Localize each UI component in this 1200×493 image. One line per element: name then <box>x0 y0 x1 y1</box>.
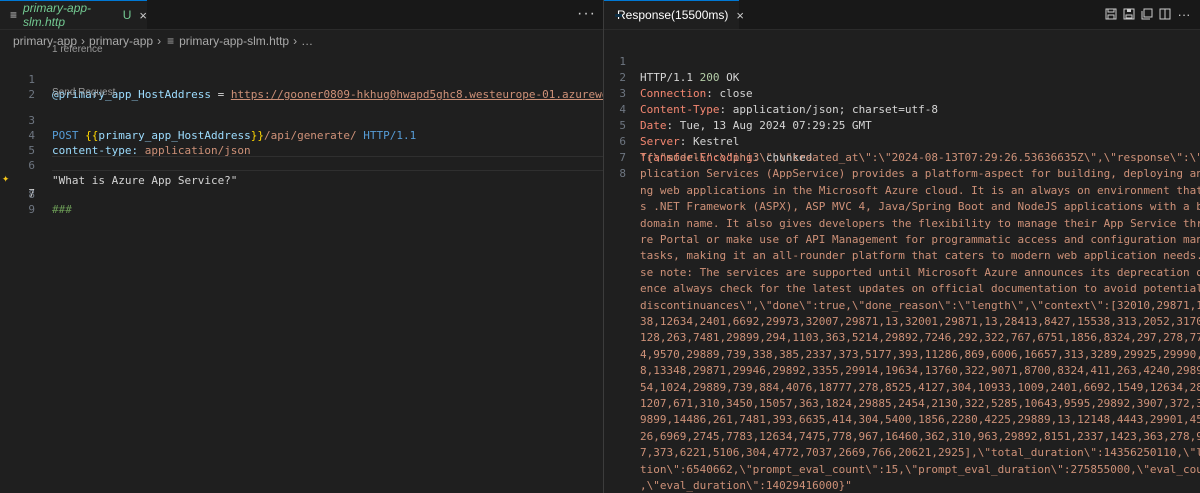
response-body-line: ,\"eval_duration\":14029416000}" <box>640 479 852 492</box>
breadcrumb-item[interactable]: … <box>301 34 313 48</box>
response-line: 2 Connection: close <box>604 54 752 100</box>
header-line: Server: Kestrel <box>640 135 740 148</box>
tab-label: Response(15500ms) <box>617 8 729 22</box>
header-name: Date <box>640 119 667 132</box>
header-name: Content-Type <box>640 103 720 116</box>
response-pane: Response(15500ms) × ··· 1 HTTP/1.1 200 O… <box>604 0 1200 493</box>
more-actions-icon[interactable]: ··· <box>577 5 596 23</box>
code-line: 9 <box>0 187 603 216</box>
response-body-line: 38,12634,2401,6692,29973,32007,29871,13,… <box>640 315 1200 328</box>
response-body-line: plication Services (AppService) provides… <box>640 167 1200 181</box>
response-body-line: tion\":6540662,\"prompt_eval_count\":15,… <box>640 462 1200 476</box>
code-line: 8 ### <box>0 172 603 216</box>
status-text: OK <box>726 71 740 84</box>
response-body-line: 54,1024,29889,739,884,4076,18777,278,852… <box>640 380 1200 394</box>
header-value: Tue, 13 Aug 2024 07:29:25 GMT <box>679 119 872 132</box>
request-editor-pane: ≡ primary-app-slm.http U × ··· primary-a… <box>0 0 603 493</box>
code-line: 3 POST {{primary_app_HostAddress}}/api/g… <box>0 98 603 142</box>
header-name: Connection <box>640 87 707 100</box>
response-body-line: se note: The services are supported unti… <box>640 265 1200 279</box>
response-line: 5 Server: Kestrel <box>604 102 739 148</box>
copy-icon[interactable] <box>1140 7 1154 21</box>
request-separator: ### <box>52 203 72 216</box>
header-line: Content-Type: application/json; charset=… <box>640 103 939 116</box>
response-line: 4 Date: Tue, 13 Aug 2024 07:29:25 GMT <box>604 86 871 132</box>
line-number: 9 <box>28 203 35 216</box>
response-body-line: s .NET Framework (ASPX), ASP MVC 4, Java… <box>640 200 1200 214</box>
response-body-line: discontinuances\",\"done\":true,\"done_r… <box>640 298 1200 312</box>
tab-label: primary-app-slm.http <box>23 1 92 29</box>
response-body-line: 26,6969,2745,7783,12634,7475,778,967,164… <box>640 429 1200 443</box>
response-body-line: 4,9570,29889,739,338,385,2337,373,5177,3… <box>640 347 1200 361</box>
response-line: 1 HTTP/1.1 200 OK <box>604 38 739 84</box>
right-tab-bar: Response(15500ms) × ··· <box>604 0 1200 30</box>
more-actions-icon[interactable]: ··· <box>1176 7 1192 22</box>
header-value: application/json; charset=utf-8 <box>732 103 939 116</box>
response-body-line: 1207,671,310,3450,15057,363,1824,29885,2… <box>640 397 1200 410</box>
close-icon[interactable]: × <box>139 8 147 23</box>
header-value: close <box>719 87 753 100</box>
status-protocol: HTTP/1.1 <box>640 71 693 84</box>
code-line: 4 content-type: application/json <box>0 113 603 157</box>
response-body-line: "{\"model\":\"phi3\",\"created_at\":\"20… <box>640 151 1200 164</box>
file-lines-icon: ≡ <box>167 34 175 48</box>
status-code: 200 <box>699 71 720 84</box>
response-line: 8 <box>604 150 644 180</box>
header-value: Kestrel <box>693 135 740 148</box>
untracked-badge: U <box>122 8 132 22</box>
code-line: 1 @primary_app_HostAddress = https://goo… <box>0 57 603 101</box>
breadcrumb-item[interactable]: primary-app-slm.http <box>179 34 289 48</box>
tab-response[interactable]: Response(15500ms) × <box>604 0 744 29</box>
split-editor-icon[interactable] <box>1158 7 1172 21</box>
line-number: 8 <box>619 167 626 180</box>
response-line: 6 Transfer-Encoding: chunked <box>604 118 812 164</box>
left-tab-bar: ≡ primary-app-slm.http U × ··· <box>0 0 603 30</box>
response-line: 7 <box>604 134 644 164</box>
response-body-line: 128,263,7481,29899,294,1103,363,5214,298… <box>640 331 1200 345</box>
status-line: HTTP/1.1 200 OK <box>640 70 739 86</box>
response-body-line: tasks, making it an all-rounder platform… <box>640 249 1200 263</box>
response-body-line: ng web applications in the Microsoft Azu… <box>640 183 1200 197</box>
response-body-line: re Portal or make use of API Management … <box>640 233 1200 246</box>
code-line: 5 <box>0 128 603 157</box>
save-body-icon[interactable] <box>1122 7 1136 21</box>
response-body-line: 9899,14486,261,7481,393,6635,414,304,540… <box>640 413 1200 427</box>
code-editor[interactable]: 1 reference 1 @primary_app_HostAddress =… <box>0 44 603 493</box>
code-line: ✦ 7 <box>0 156 603 200</box>
tab-primary-app-slm-http[interactable]: ≡ primary-app-slm.http U × <box>0 0 147 29</box>
editor-actions: ··· <box>1104 7 1192 22</box>
response-line: 3 Content-Type: application/json; charse… <box>604 70 938 116</box>
response-body-line: 7,373,6221,5106,304,4772,7037,2669,766,2… <box>640 446 1200 460</box>
response-body-line: 8,13348,29871,29946,29892,3355,29914,196… <box>640 364 1200 378</box>
save-icon[interactable] <box>1104 7 1118 21</box>
code-line: 2 <box>0 72 603 101</box>
header-line: Connection: close <box>640 87 753 100</box>
response-viewer[interactable]: 1 HTTP/1.1 200 OK 2 Connection: close 3 … <box>604 33 1200 493</box>
file-lines-icon: ≡ <box>10 8 18 22</box>
chevron-right-icon: › <box>293 34 298 48</box>
send-request-codelens[interactable]: Send Request <box>52 87 115 98</box>
codelens-references[interactable]: 1 reference <box>52 44 103 55</box>
response-body-line: ence always check for the latest updates… <box>640 282 1200 296</box>
close-icon[interactable]: × <box>736 8 744 23</box>
chevron-right-icon: › <box>157 34 162 48</box>
header-name: Server <box>640 135 680 148</box>
header-line: Date: Tue, 13 Aug 2024 07:29:25 GMT <box>640 119 872 132</box>
response-body-line: domain name. It also gives developers th… <box>640 216 1200 230</box>
